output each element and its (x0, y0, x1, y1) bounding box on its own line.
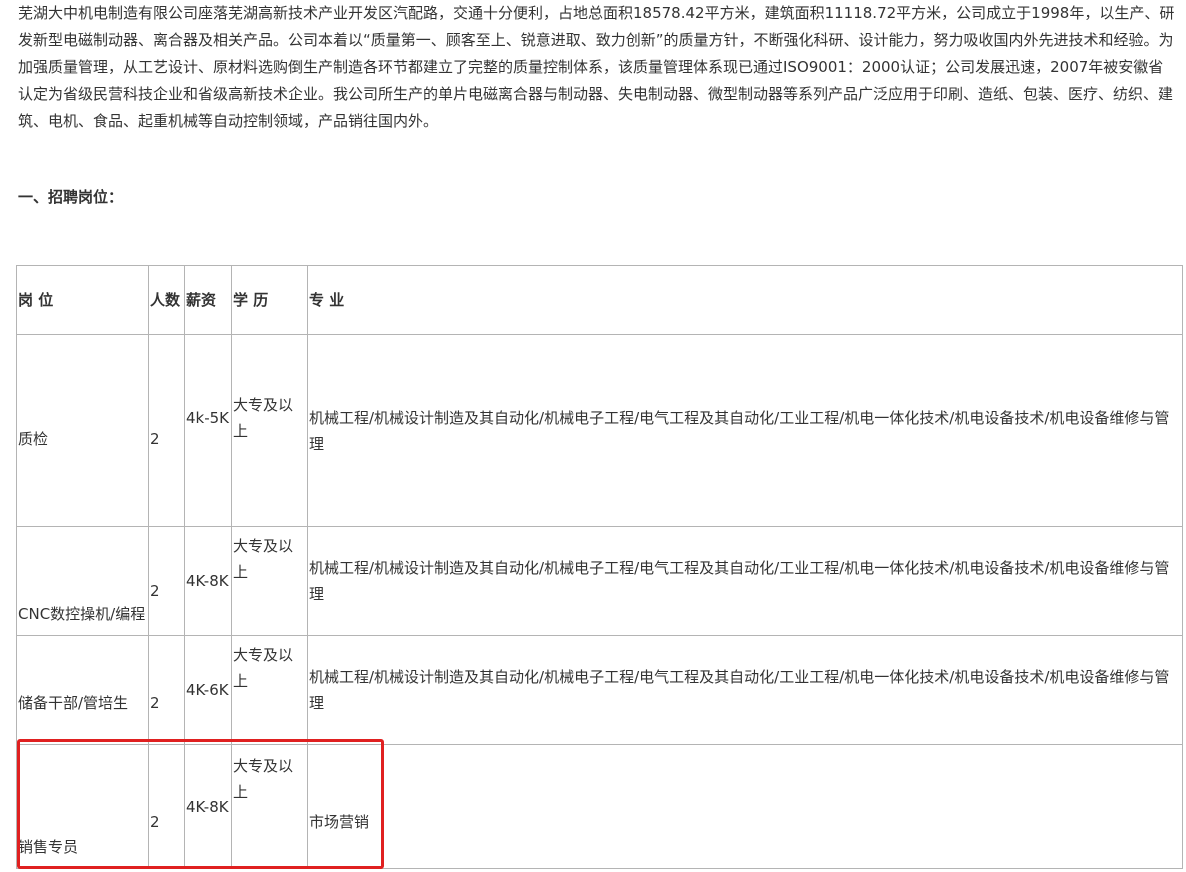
cell-num: 2 (148, 526, 185, 636)
cell-major: 机械工程/机械设计制造及其自动化/机械电子工程/电气工程及其自动化/工业工程/机… (307, 635, 1183, 745)
header-post: 岗 位 (16, 265, 149, 335)
cell-pay: 4k-5K (184, 334, 232, 527)
header-pay: 薪资 (184, 265, 232, 335)
cell-num: 2 (148, 635, 185, 745)
cell-post: 销售专员 (16, 744, 149, 869)
header-major: 专 业 (307, 265, 1183, 335)
cell-pay: 4K-8K (184, 526, 232, 636)
cell-num: 2 (148, 744, 185, 869)
cell-post: CNC数控操机/编程 (16, 526, 149, 636)
section-title: 一、招聘岗位： (18, 188, 124, 206)
table-row: 质检 2 4k-5K 大专及以上 机械工程/机械设计制造及其自动化/机械电子工程… (16, 334, 1183, 527)
jobs-table: 岗 位 人数 薪资 学 历 专 业 质检 2 4k-5K 大专及以上 机械工程/… (16, 265, 1183, 869)
cell-major: 机械工程/机械设计制造及其自动化/机械电子工程/电气工程及其自动化/工业工程/机… (307, 334, 1183, 527)
intro-paragraph: 芜湖大中机电制造有限公司座落芜湖高新技术产业开发区汽配路，交通十分便利，占地总面… (18, 4, 1175, 130)
cell-major: 市场营销 (307, 744, 1183, 869)
table-header-row: 岗 位 人数 薪资 学 历 专 业 (16, 265, 1183, 335)
cell-num: 2 (148, 334, 185, 527)
cell-pay: 4K-8K (184, 744, 232, 869)
table-row: CNC数控操机/编程 2 4K-8K 大专及以上 机械工程/机械设计制造及其自动… (16, 526, 1183, 636)
cell-post: 储备干部/管培生 (16, 635, 149, 745)
cell-major: 机械工程/机械设计制造及其自动化/机械电子工程/电气工程及其自动化/工业工程/机… (307, 526, 1183, 636)
header-edu: 学 历 (231, 265, 308, 335)
cell-edu: 大专及以上 (231, 334, 308, 527)
cell-pay: 4K-6K (184, 635, 232, 745)
cell-edu: 大专及以上 (231, 744, 308, 869)
cell-post: 质检 (16, 334, 149, 527)
table-row: 销售专员 2 4K-8K 大专及以上 市场营销 (16, 744, 1183, 869)
table-row: 储备干部/管培生 2 4K-6K 大专及以上 机械工程/机械设计制造及其自动化/… (16, 635, 1183, 745)
header-num: 人数 (148, 265, 185, 335)
cell-edu: 大专及以上 (231, 635, 308, 745)
cell-edu: 大专及以上 (231, 526, 308, 636)
